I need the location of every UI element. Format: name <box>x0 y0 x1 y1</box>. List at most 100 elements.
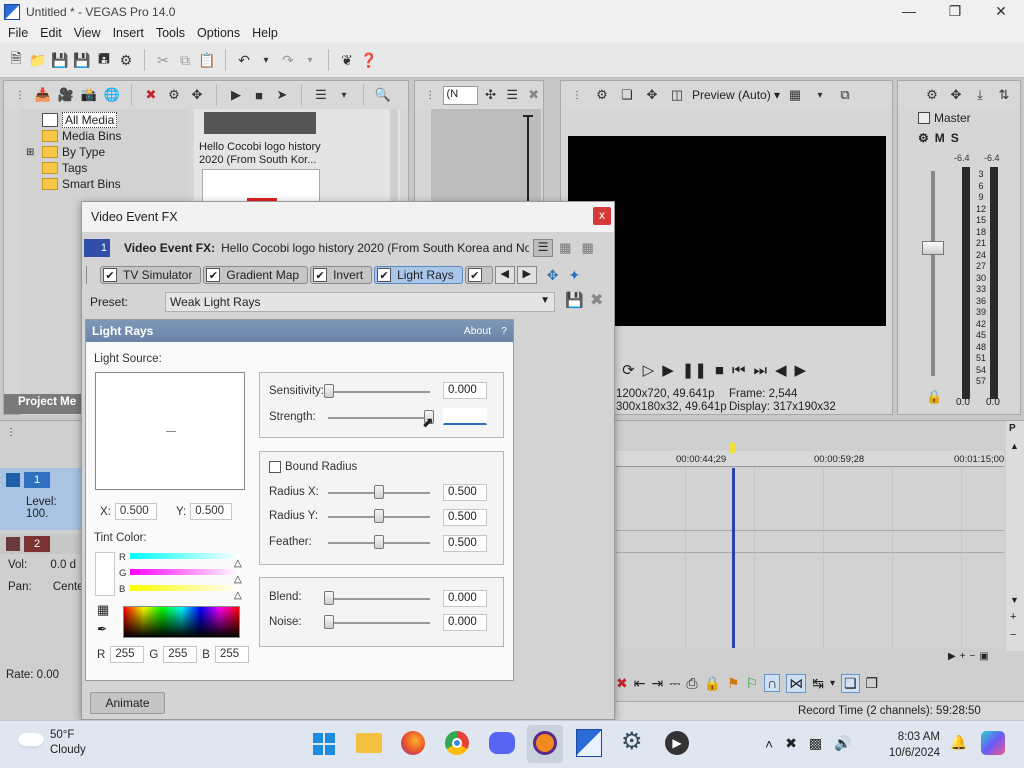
plugin-chain-icon[interactable]: ✥ <box>547 267 559 284</box>
audio-volume[interactable]: Vol: 0.0 d <box>8 559 76 571</box>
get-media-icon[interactable]: 📸 <box>79 85 99 105</box>
audio-pan[interactable]: Pan: Cente <box>8 581 84 593</box>
blend-input[interactable]: 0.000 <box>443 590 487 607</box>
master-fader-thumb[interactable] <box>922 241 944 255</box>
menu-options[interactable]: Options <box>191 26 246 40</box>
red-value-input[interactable]: 255 <box>110 646 145 663</box>
redo-dropdown-icon[interactable]: ▾ <box>300 50 320 70</box>
tint-green-slider[interactable] <box>130 569 240 575</box>
blend-slider-track[interactable] <box>328 598 430 600</box>
external-monitor-icon[interactable]: ❏ <box>617 85 637 105</box>
split-icon[interactable]: ⎓ <box>669 675 680 692</box>
media-player-icon[interactable]: ▶ <box>665 731 689 755</box>
large-grid-view-icon[interactable]: ▦ <box>581 240 593 256</box>
fx-chip-light-rays[interactable]: ✔ Light Rays <box>374 266 463 284</box>
minimize-button[interactable]: — <box>886 0 932 23</box>
remove-media-icon[interactable]: ✖ <box>141 85 161 105</box>
settings-gear-icon[interactable]: ⚙ <box>621 730 643 754</box>
master-fx-icon[interactable]: ✥ <box>946 85 966 105</box>
chevron-up-icon[interactable]: ˄ <box>765 736 773 752</box>
cut-icon[interactable]: ✂ <box>153 50 173 70</box>
clock[interactable]: 8:03 AM 10/6/2024 <box>884 729 940 761</box>
start-windows-icon[interactable] <box>313 733 335 755</box>
track-level[interactable]: Level: 100. <box>26 496 82 520</box>
media-generator-icon[interactable]: ✥ <box>187 85 207 105</box>
fx-enable-checkbox[interactable]: ✔ <box>103 268 117 282</box>
help-icon[interactable]: ? <box>501 325 507 337</box>
bound-radius-option[interactable]: Bound Radius <box>269 461 357 473</box>
menu-edit[interactable]: Edit <box>34 26 68 40</box>
whats-this-help-icon[interactable]: ❓ <box>359 50 379 70</box>
radius-y-input[interactable]: 0.500 <box>443 509 487 526</box>
color-spectrum-picker[interactable] <box>123 606 240 638</box>
dialog-close-button[interactable]: x <box>593 207 611 225</box>
snapping-magnet-icon[interactable]: ∩ <box>764 674 781 692</box>
menu-file[interactable]: File <box>2 26 34 40</box>
delete-icon[interactable]: ✖ <box>616 675 628 692</box>
region-icon[interactable]: ⚐ <box>746 675 759 692</box>
save-icon[interactable]: 💾 <box>50 50 70 70</box>
tree-item-all-media[interactable]: All Media <box>42 112 118 128</box>
notification-bell-icon[interactable]: 🔔 <box>950 734 967 751</box>
close-window-button[interactable]: ✕ <box>978 0 1024 23</box>
discord-icon[interactable] <box>489 732 515 754</box>
volume-icon[interactable]: 🔊 <box>834 735 851 752</box>
next-frame-icon[interactable]: ▶ <box>795 361 807 379</box>
x-input[interactable]: 0.500 <box>114 503 157 520</box>
pause-icon[interactable]: ❚❚ <box>682 361 707 379</box>
undo-dropdown-icon[interactable]: ▾ <box>256 50 276 70</box>
radius-x-input[interactable]: 0.500 <box>443 484 487 501</box>
fx-chip-partial[interactable]: ✔ <box>464 266 493 284</box>
zoom-in-horizontal-icon[interactable]: + <box>960 651 966 662</box>
views-icon[interactable]: ☰ <box>311 85 331 105</box>
media-fx-icon[interactable]: ⚙ <box>164 85 184 105</box>
sensitivity-input[interactable]: 0.000 <box>443 382 487 399</box>
audio-track-header[interactable]: 2 <box>0 534 82 554</box>
trimmer-dropdown[interactable]: (N <box>442 85 479 105</box>
trimmer-close-icon[interactable]: ✖ <box>524 85 543 105</box>
expand-plus-icon[interactable]: ⊞ <box>26 147 38 158</box>
playhead-marker[interactable] <box>729 443 735 453</box>
undo-icon[interactable]: ↶ <box>234 50 254 70</box>
radius-x-slider-thumb[interactable] <box>374 485 384 499</box>
noise-slider-track[interactable] <box>328 622 430 624</box>
slider-thumb-icon[interactable]: △ <box>234 590 242 601</box>
meter-options-icon[interactable]: ⇅ <box>994 85 1014 105</box>
delete-preset-icon[interactable]: ✖ <box>590 290 603 310</box>
tint-color-swatch[interactable] <box>95 552 115 596</box>
play-icon[interactable]: ▶ <box>662 361 674 379</box>
downmix-icon[interactable]: ⤓ <box>970 85 990 105</box>
fx-enable-checkbox[interactable]: ✔ <box>206 268 221 282</box>
preview-quality-dropdown[interactable]: Preview (Auto) ▾ <box>692 88 780 102</box>
paste-icon[interactable]: 📋 <box>197 50 217 70</box>
preset-dropdown[interactable]: Weak Light Rays ▼ <box>165 292 555 312</box>
play-from-start-icon[interactable]: ▷ <box>643 361 655 379</box>
strength-slider-track[interactable] <box>328 417 430 419</box>
noise-slider-thumb[interactable] <box>324 615 334 629</box>
save-as-icon[interactable]: 💾 <box>72 50 92 70</box>
color-palette-icon[interactable]: ▦ <box>97 602 109 618</box>
chain-scroll-left-icon[interactable]: ◀ <box>494 266 515 284</box>
trimmer-add-icon[interactable]: ✣ <box>481 85 500 105</box>
blue-value-input[interactable]: 255 <box>214 646 249 663</box>
tree-item-tags[interactable]: Tags <box>42 160 87 176</box>
cloud-icon[interactable] <box>18 733 44 749</box>
master-fader-track[interactable] <box>931 171 935 376</box>
zoom-in-icon[interactable]: + <box>1010 611 1016 623</box>
display-icon[interactable]: ▩ <box>809 735 822 752</box>
lock-icon[interactable]: 🔒 <box>926 389 942 405</box>
auto-crossfade-icon[interactable]: ⋈ <box>786 673 807 693</box>
chain-scroll-right-icon[interactable]: ▶ <box>516 266 537 284</box>
fx-enable-checkbox[interactable]: ✔ <box>377 268 392 282</box>
preview-video-area[interactable] <box>568 136 886 326</box>
remove-plugin-icon[interactable]: ✦ <box>569 267 581 284</box>
slider-thumb-icon[interactable]: △ <box>234 558 242 569</box>
stop-icon[interactable]: ■ <box>249 85 269 105</box>
bound-radius-checkbox[interactable] <box>269 461 281 473</box>
render-icon[interactable]: 🖪 <box>94 50 114 70</box>
network-icon[interactable]: ✖ <box>785 735 797 752</box>
timeline-vertical-scrollbar[interactable]: P ▲ ▼ + − <box>1006 421 1024 651</box>
restore-button[interactable]: ❐ <box>932 0 978 23</box>
tree-item-media-bins[interactable]: Media Bins <box>42 128 121 144</box>
y-input[interactable]: 0.500 <box>190 503 233 520</box>
